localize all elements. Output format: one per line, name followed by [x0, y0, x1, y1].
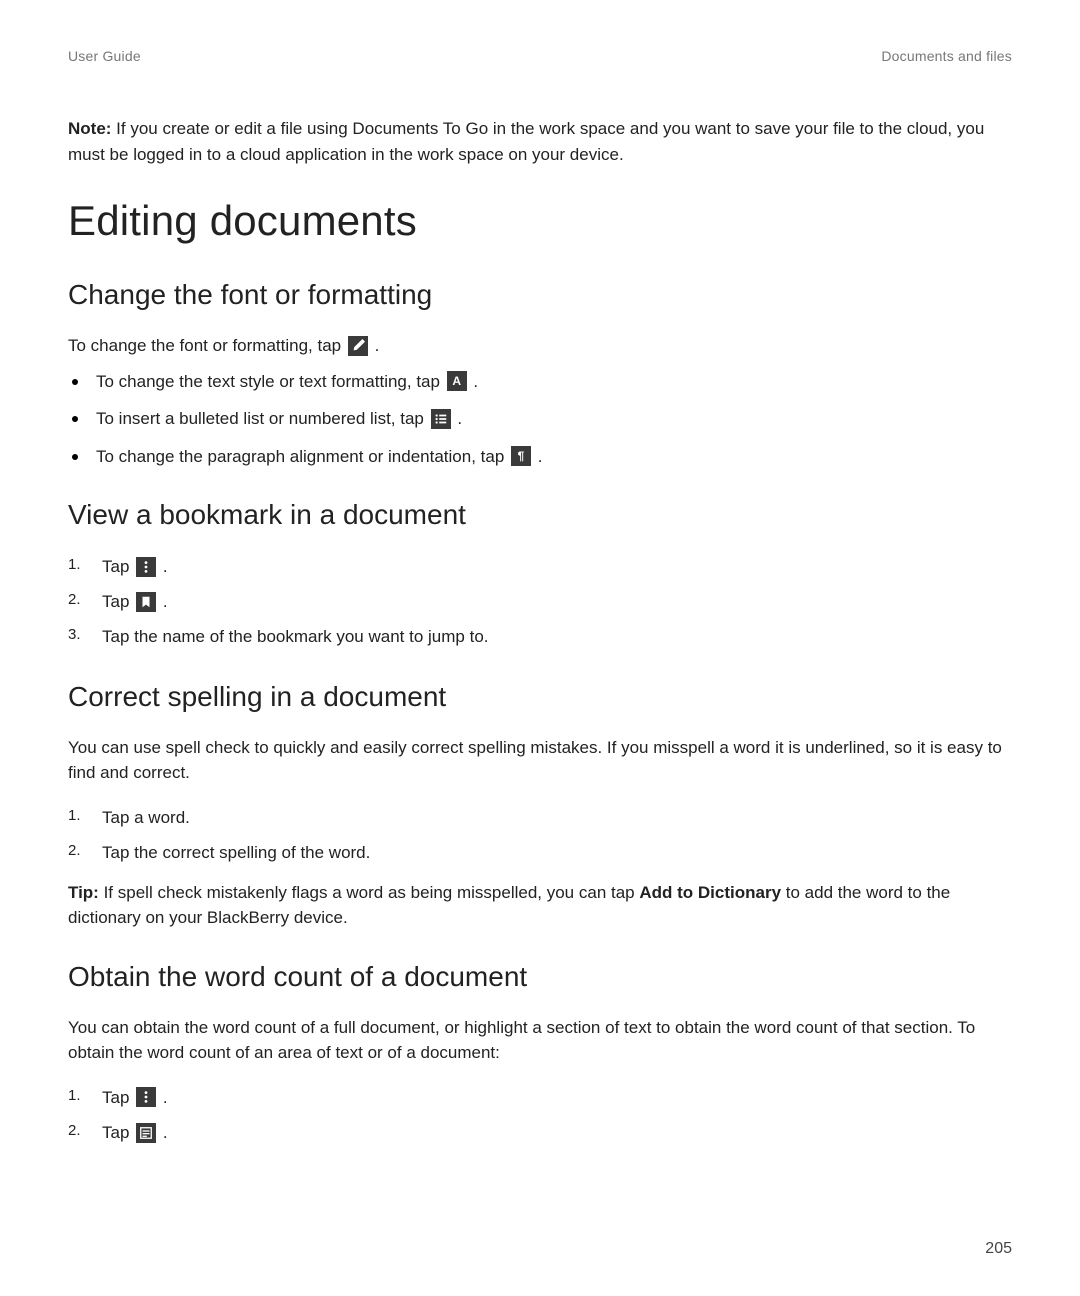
note-label: Note:	[68, 119, 111, 138]
edit-icon	[348, 336, 368, 356]
font-intro-post: .	[375, 336, 380, 355]
bullet-list-insert: To insert a bulleted list or numbered li…	[68, 406, 1012, 432]
list-icon	[431, 409, 451, 429]
bullet-paragraph: To change the paragraph alignment or ind…	[68, 444, 1012, 470]
header-right: Documents and files	[881, 48, 1012, 64]
page: User Guide Documents and files Note: If …	[0, 0, 1080, 1296]
page-number: 205	[985, 1240, 1012, 1258]
heading-bookmark: View a bookmark in a document	[68, 499, 1012, 531]
page-title: Editing documents	[68, 197, 1012, 245]
more-icon	[136, 557, 156, 577]
bullet-text-style: To change the text style or text formatt…	[68, 369, 1012, 395]
bookmark-icon	[136, 592, 156, 612]
font-intro-pre: To change the font or formatting, tap	[68, 336, 346, 355]
page-header: User Guide Documents and files	[68, 48, 1012, 64]
note-paragraph: Note: If you create or edit a file using…	[68, 116, 1012, 167]
wordcount-step-1: 1. Tap .	[68, 1084, 1012, 1111]
bookmark-step-1: 1. Tap .	[68, 553, 1012, 580]
bookmark-step-2: 2. Tap .	[68, 588, 1012, 615]
spell-step-2: 2. Tap the correct spelling of the word.	[68, 839, 1012, 866]
heading-spelling: Correct spelling in a document	[68, 681, 1012, 713]
wordcount-steps: 1. Tap . 2. Tap .	[68, 1084, 1012, 1146]
note-text: If you create or edit a file using Docum…	[68, 119, 984, 164]
header-left: User Guide	[68, 48, 141, 64]
add-to-dictionary-label: Add to Dictionary	[639, 883, 781, 902]
text-style-icon: A	[447, 371, 467, 391]
spell-intro: You can use spell check to quickly and e…	[68, 735, 1012, 786]
heading-font: Change the font or formatting	[68, 279, 1012, 311]
font-bullets: To change the text style or text formatt…	[68, 369, 1012, 470]
tip-label: Tip:	[68, 883, 99, 902]
paragraph-icon: ¶	[511, 446, 531, 466]
word-count-icon	[136, 1123, 156, 1143]
spell-steps: 1. Tap a word. 2. Tap the correct spelli…	[68, 804, 1012, 866]
spell-step-1: 1. Tap a word.	[68, 804, 1012, 831]
font-intro: To change the font or formatting, tap .	[68, 333, 1012, 359]
more-icon	[136, 1087, 156, 1107]
bookmark-steps: 1. Tap . 2. Tap . 3. Tap the name of the…	[68, 553, 1012, 651]
bookmark-step-3: 3. Tap the name of the bookmark you want…	[68, 623, 1012, 650]
spell-tip: Tip: If spell check mistakenly flags a w…	[68, 880, 1012, 931]
heading-wordcount: Obtain the word count of a document	[68, 961, 1012, 993]
wordcount-intro: You can obtain the word count of a full …	[68, 1015, 1012, 1066]
wordcount-step-2: 2. Tap .	[68, 1119, 1012, 1146]
